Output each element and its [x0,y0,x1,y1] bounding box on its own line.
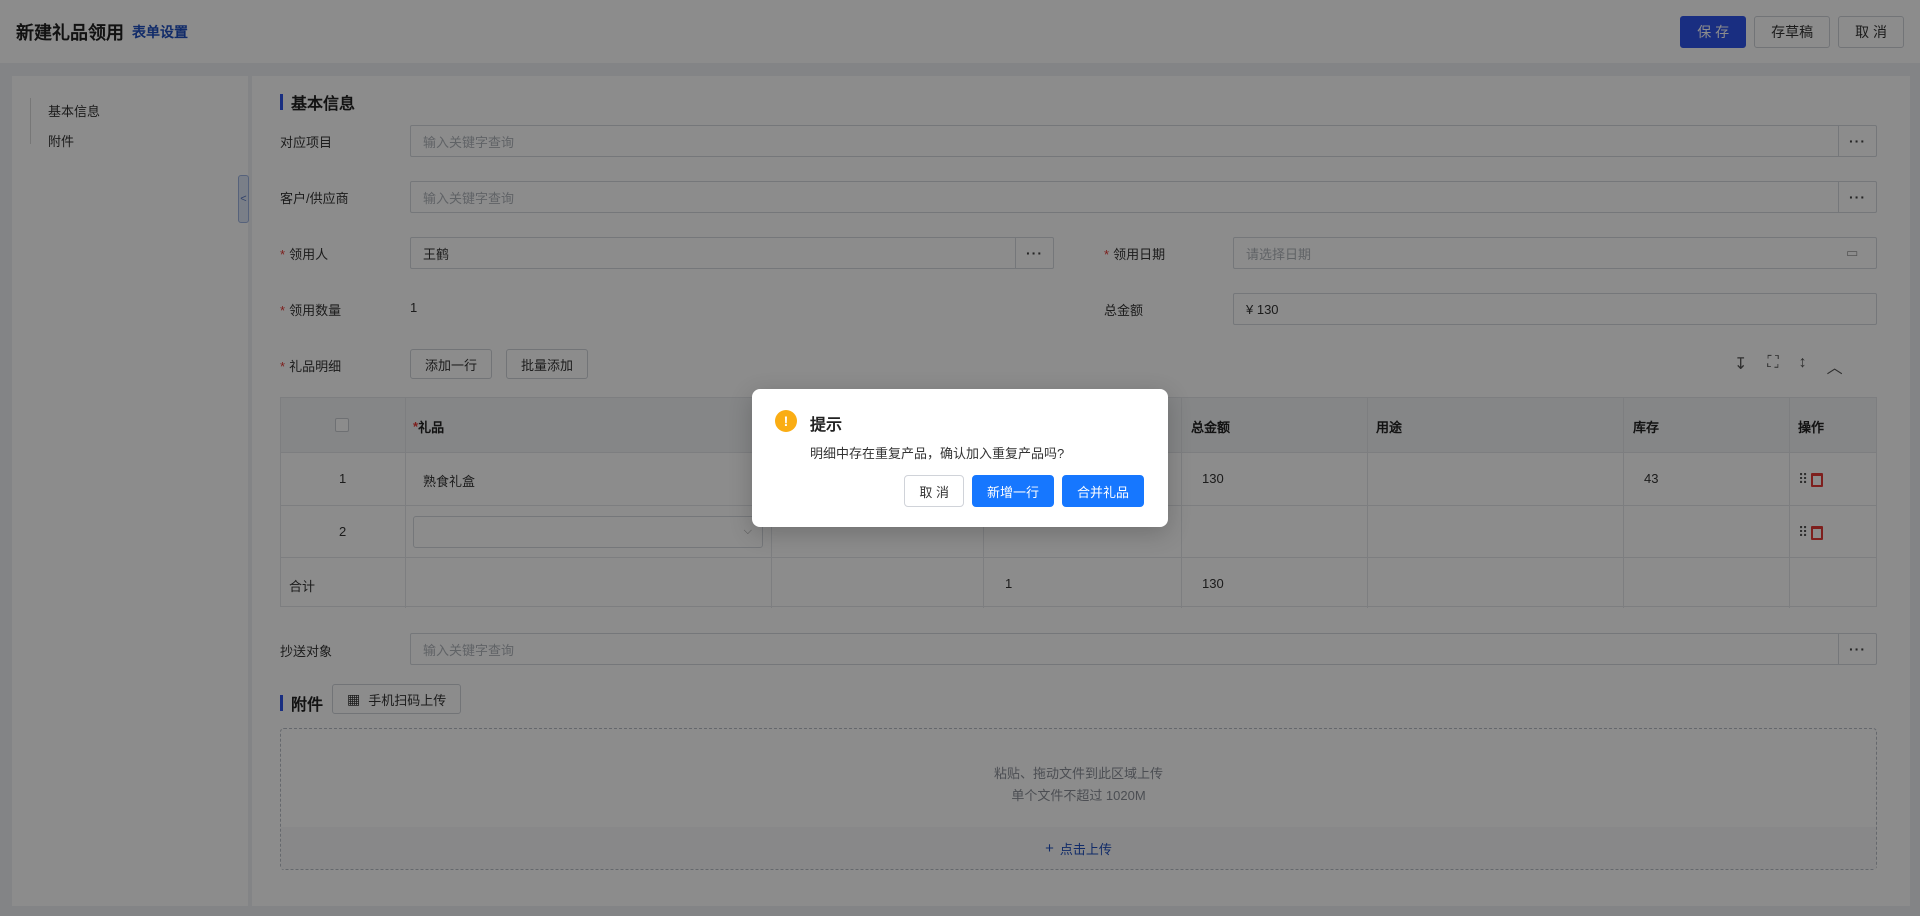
dialog-cancel-button[interactable]: 取 消 [904,475,964,507]
dialog-actions: 取 消 新增一行 合并礼品 [904,475,1144,507]
dialog-title: 提示 [810,417,843,434]
dialog-merge-button[interactable]: 合并礼品 [1061,475,1144,507]
confirm-dialog: ! 提示 明细中存在重复产品，确认加入重复产品吗? 取 消 新增一行 合并礼品 [752,389,1168,527]
dialog-message: 明细中存在重复产品，确认加入重复产品吗? [810,446,1065,461]
dialog-add-row-button[interactable]: 新增一行 [971,475,1054,507]
warning-icon: ! [775,410,797,432]
